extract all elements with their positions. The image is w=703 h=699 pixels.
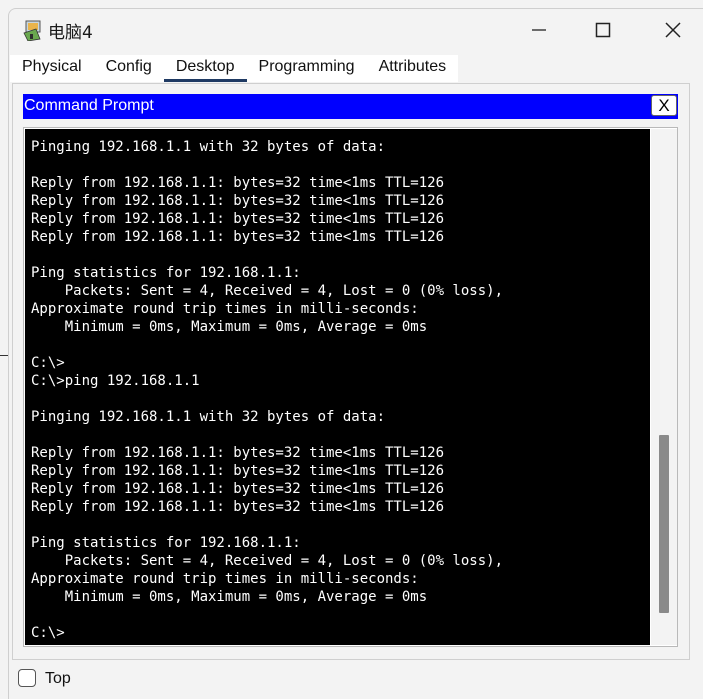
- pc-device-icon: [22, 19, 44, 42]
- background-line: [0, 355, 8, 356]
- close-button[interactable]: [650, 9, 696, 51]
- scrollbar-thumb[interactable]: [659, 435, 669, 613]
- maximize-button[interactable]: [580, 9, 626, 51]
- top-checkbox-label: Top: [45, 670, 71, 687]
- terminal-output: Pinging 192.168.1.1 with 32 bytes of dat…: [31, 139, 504, 641]
- desktop-content: Command Prompt X Pinging 192.168.1.1 wit…: [12, 83, 690, 660]
- command-prompt-close-button[interactable]: X: [651, 95, 677, 116]
- window-title: 电脑4: [48, 23, 93, 43]
- tab-config[interactable]: Config: [93, 55, 164, 82]
- top-checkbox[interactable]: [18, 669, 36, 687]
- maximize-icon: [595, 22, 611, 38]
- vertical-scrollbar[interactable]: [651, 129, 677, 645]
- minimize-icon: [532, 29, 546, 31]
- tab-programming[interactable]: Programming: [246, 55, 367, 82]
- command-prompt-title: Command Prompt: [24, 97, 154, 114]
- title-bar[interactable]: 电脑4: [9, 9, 703, 51]
- terminal-output-area[interactable]: Pinging 192.168.1.1 with 32 bytes of dat…: [25, 129, 650, 645]
- tab-attributes[interactable]: Attributes: [366, 55, 459, 82]
- terminal-container: Pinging 192.168.1.1 with 32 bytes of dat…: [23, 127, 678, 647]
- tab-desktop[interactable]: Desktop: [163, 55, 247, 82]
- minimize-button[interactable]: [516, 9, 562, 51]
- command-prompt-title-bar: Command Prompt X: [23, 94, 678, 119]
- tab-bar: Physical Config Desktop Programming Attr…: [10, 55, 459, 82]
- tab-physical[interactable]: Physical: [10, 55, 94, 82]
- close-icon: [665, 22, 681, 38]
